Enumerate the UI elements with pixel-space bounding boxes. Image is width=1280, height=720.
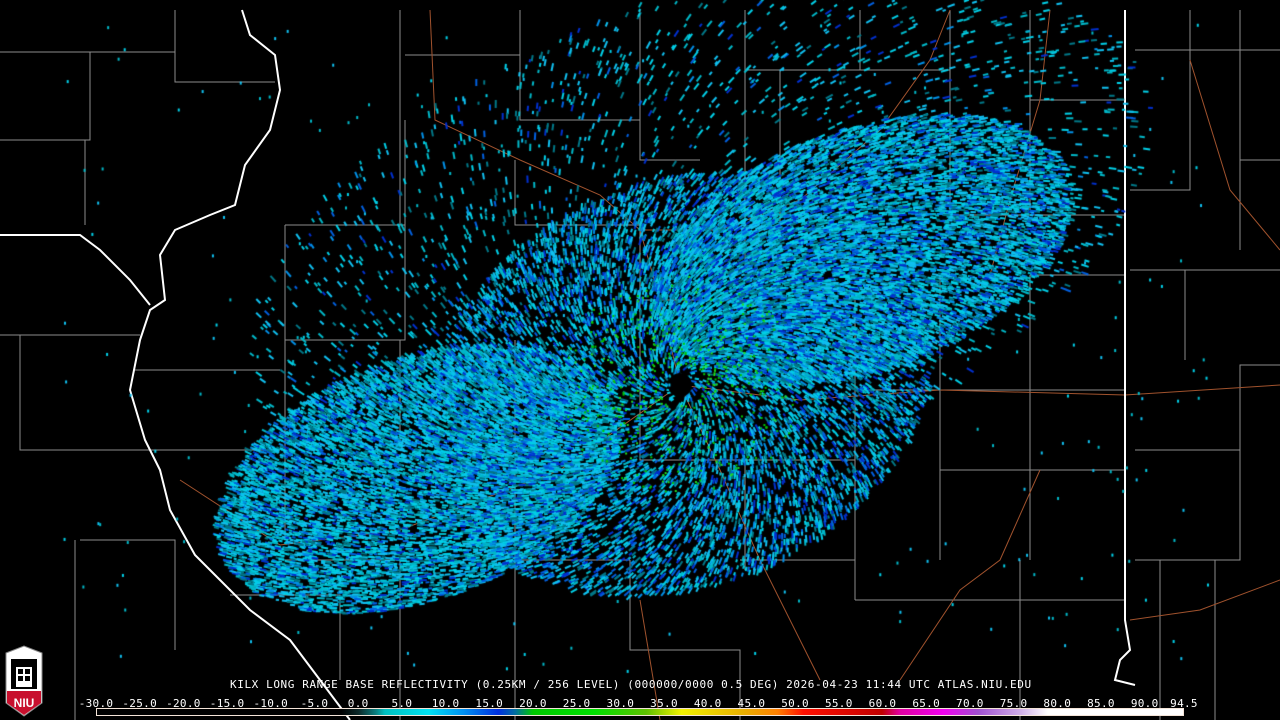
reflectivity-layer	[0, 0, 1280, 690]
product-caption: KILX LONG RANGE BASE REFLECTIVITY (0.25K…	[230, 678, 1032, 691]
radar-map: NIU KILX LONG RANGE BASE REFLECTIVITY (0…	[0, 0, 1280, 720]
colorbar	[96, 708, 1184, 716]
niu-logo: NIU	[5, 645, 43, 717]
svg-text:NIU: NIU	[14, 696, 35, 710]
